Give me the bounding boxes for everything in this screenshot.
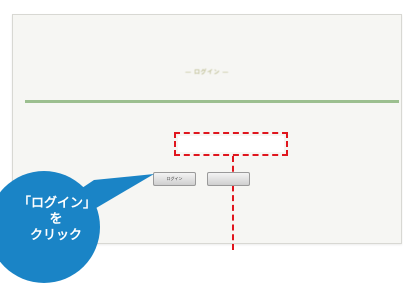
heading-deco-left: — bbox=[185, 69, 194, 76]
callout-line: 「ログイン」 bbox=[18, 196, 97, 211]
callout-text: 「ログイン」 を クリック bbox=[18, 196, 97, 244]
callout-line: クリック bbox=[29, 228, 82, 243]
callout-line: を bbox=[49, 212, 63, 227]
login-button[interactable]: ログイン bbox=[153, 172, 196, 186]
divider bbox=[25, 100, 399, 103]
cancel-button[interactable] bbox=[207, 172, 250, 186]
password-highlight bbox=[174, 132, 288, 156]
dialog-heading: — ログイン — bbox=[185, 69, 229, 76]
heading-deco-right: — bbox=[220, 69, 229, 76]
highlight-connector bbox=[232, 156, 234, 250]
